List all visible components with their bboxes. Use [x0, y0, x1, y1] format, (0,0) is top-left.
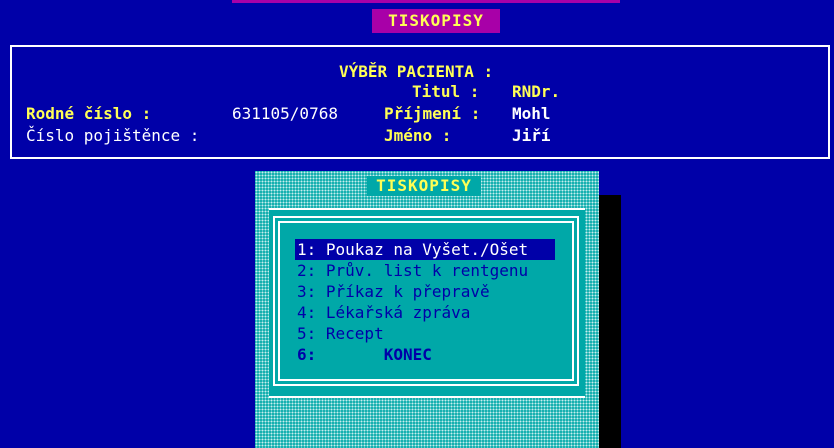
jmeno-value: Jiří	[512, 126, 551, 145]
cislo-pojistence-label: Číslo pojištěnce :	[26, 126, 200, 145]
menu-panel: 1: Poukaz na Vyšet./Ošet 2: Prův. list k…	[269, 208, 585, 398]
menu-item-recept[interactable]: 5: Recept	[295, 323, 555, 344]
titul-value: RNDr.	[512, 82, 561, 101]
print-forms-menu-window: TISKOPISY 1: Poukaz na Vyšet./Ošet 2: Pr…	[255, 171, 599, 448]
prijmeni-value: Mohl	[512, 104, 551, 123]
menu-item-konec[interactable]: 6: KONEC	[295, 344, 555, 365]
rodne-cislo-value: 631105/0768	[232, 104, 338, 123]
screen: TISKOPISY VÝBĚR PACIENTA : Titul : RNDr.…	[0, 0, 834, 448]
menu-title: TISKOPISY	[367, 176, 481, 196]
top-title-bar	[232, 0, 620, 3]
rodne-cislo-label: Rodné číslo :	[26, 104, 152, 123]
menu-item-pruvodni-list[interactable]: 2: Prův. list k rentgenu	[295, 260, 555, 281]
menu-item-poukaz[interactable]: 1: Poukaz na Vyšet./Ošet	[295, 239, 555, 260]
menu-item-prikaz-k-preprave[interactable]: 3: Příkaz k přepravě	[295, 281, 555, 302]
menu-item-lekarska-zprava[interactable]: 4: Lékařská zpráva	[295, 302, 555, 323]
patient-heading: VÝBĚR PACIENTA :	[339, 62, 494, 81]
prijmeni-label: Příjmení :	[384, 104, 481, 123]
titul-label: Titul :	[412, 82, 480, 101]
jmeno-label: Jméno :	[384, 126, 452, 145]
page-title: TISKOPISY	[372, 9, 500, 33]
